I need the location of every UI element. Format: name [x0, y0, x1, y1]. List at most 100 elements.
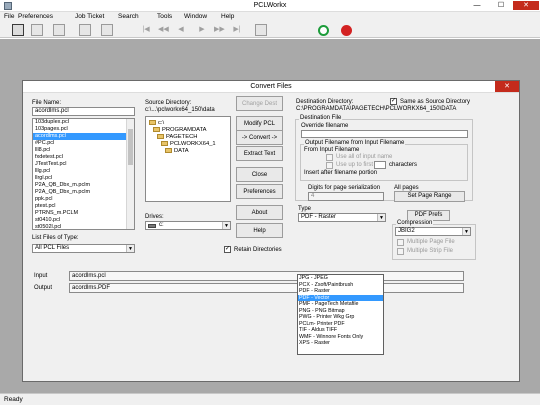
list-type-value: All PCL Files: [35, 245, 70, 251]
print-icon[interactable]: [31, 24, 43, 36]
next-page-icon[interactable]: ▶: [197, 25, 207, 35]
characters-label: characters: [389, 162, 418, 168]
multiple-page-file-checkbox[interactable]: [397, 239, 404, 246]
go-icon[interactable]: [318, 25, 329, 36]
maximize-icon[interactable]: ☐: [490, 1, 512, 10]
dir-item[interactable]: PROGRAMDATA: [149, 127, 230, 134]
multiple-page-file-label: Multiple Page File: [407, 239, 455, 245]
dialog-close-icon[interactable]: ✕: [495, 81, 519, 92]
dest-dir-label: Destination Directory:: [296, 99, 354, 105]
drives-label: Drives:: [145, 214, 164, 220]
list-type-select[interactable]: All PCL Files ▼: [32, 244, 135, 253]
minimize-icon[interactable]: —: [466, 1, 488, 10]
retain-directories-checkbox[interactable]: ✓: [224, 246, 231, 253]
menu-tools[interactable]: Tools: [157, 13, 172, 20]
type-option[interactable]: XPS - Raster: [298, 340, 383, 347]
close-button[interactable]: Close: [236, 167, 283, 182]
file-list-item[interactable]: 103pages.pcl: [33, 126, 134, 133]
fast-back-icon[interactable]: ◀◀: [158, 25, 169, 35]
override-filename-input[interactable]: [301, 130, 468, 138]
file-list-item[interactable]: ptest.pcl: [33, 203, 134, 210]
dest-dir-path: C:\PROGRAMDATA\PAGETECH\PCLWORKX64_150\D…: [296, 106, 457, 112]
about-button[interactable]: About: [236, 205, 283, 220]
open-icon[interactable]: [12, 24, 24, 36]
dir-item[interactable]: c:\: [149, 120, 230, 127]
same-as-source-checkbox[interactable]: ✓: [390, 98, 397, 105]
prev-page-icon[interactable]: ◀: [176, 25, 186, 35]
drives-select[interactable]: c: ▼: [145, 221, 231, 230]
file-list-item[interactable]: ppk.pcl: [33, 196, 134, 203]
directory-tree[interactable]: c:\ PROGRAMDATA PAGETECH PCLWORKX64_1 DA…: [145, 116, 231, 202]
file-list-item[interactable]: P2A_QB_Dbx_m.pclm: [33, 189, 134, 196]
file-list[interactable]: 103duplex.pcl 103pages.pcl acordlms.pcl #PC…: [32, 118, 135, 230]
menu-search[interactable]: Search: [118, 13, 139, 20]
file-list-item[interactable]: st0410.pcl: [33, 217, 134, 224]
file-list-item[interactable]: lllg.pcl: [33, 168, 134, 175]
chevron-down-icon: ▼: [462, 228, 470, 235]
chevron-down-icon: ▼: [126, 245, 134, 252]
extract-text-button[interactable]: Extract Text: [236, 146, 283, 161]
file-list-item[interactable]: lll8.pcl: [33, 147, 134, 154]
chevron-down-icon: ▼: [222, 222, 230, 229]
close-icon[interactable]: ✕: [513, 1, 539, 10]
file-list-item[interactable]: 103duplex.pcl: [33, 119, 134, 126]
status-bar: Ready: [0, 393, 540, 405]
dir-item[interactable]: PAGETECH: [149, 134, 230, 141]
type-select[interactable]: PDF - Raster ▼: [298, 213, 386, 222]
folder-icon: [165, 148, 172, 154]
ticket-icon[interactable]: [101, 24, 113, 36]
use-all-input-checkbox[interactable]: [326, 154, 333, 161]
file-name-input[interactable]: acordlms.pcl: [32, 107, 135, 116]
menu-file[interactable]: File: [4, 13, 14, 20]
folder-icon: [157, 134, 164, 140]
dir-item[interactable]: DATA: [149, 148, 230, 155]
digits-input[interactable]: 4: [308, 192, 384, 201]
file-list-item[interactable]: acordlms.pcl: [33, 133, 134, 140]
last-page-icon[interactable]: ▶|: [232, 25, 242, 35]
convert-button[interactable]: -> Convert ->: [236, 130, 283, 145]
scroll-thumb[interactable]: [128, 129, 133, 165]
destination-file-label: Destination File: [299, 115, 343, 121]
stop-icon[interactable]: [341, 25, 352, 36]
compression-select[interactable]: JBIG2 ▼: [395, 227, 471, 236]
menu-window[interactable]: Window: [184, 13, 207, 20]
file-list-item[interactable]: PTRNS_m.PCLM: [33, 210, 134, 217]
set-page-range-button[interactable]: Set Page Range: [394, 191, 465, 202]
menu-job-ticket[interactable]: Job Ticket: [75, 13, 104, 20]
first-chars-input[interactable]: [374, 161, 386, 169]
file-list-item[interactable]: st0502l.pcl: [33, 224, 134, 229]
file-list-item[interactable]: JTestTest.pcl: [33, 161, 134, 168]
paste-icon[interactable]: [79, 24, 91, 36]
type-dropdown-list[interactable]: JPG - JPEG PCX - Zsoft/Paintbrush PDF - Ra…: [297, 274, 384, 355]
menu-help[interactable]: Help: [221, 13, 234, 20]
file-list-item[interactable]: llrgl.pcl: [33, 175, 134, 182]
file-list-item[interactable]: #PC.pcl: [33, 140, 134, 147]
help-button[interactable]: Help: [236, 223, 283, 238]
source-dir-label: Source Directory:: [145, 100, 192, 106]
fast-forward-icon[interactable]: ▶▶: [214, 25, 225, 35]
use-up-to-first-checkbox[interactable]: [326, 162, 333, 169]
output-filename-label: Output Filename from Input Filename: [304, 140, 406, 146]
dir-item[interactable]: PCLWORKX64_1: [149, 141, 230, 148]
compression-label: Compression: [396, 220, 434, 226]
same-as-source-label: Same as Source Directory: [400, 99, 471, 105]
menu-preferences[interactable]: Preferences: [18, 13, 53, 20]
from-input-filename-label: From Input Filename: [304, 147, 360, 153]
first-page-icon[interactable]: |◀: [141, 25, 151, 35]
file-list-item[interactable]: P2A_QB_Dbx_m.pclm: [33, 182, 134, 189]
type-value: PDF - Raster: [301, 214, 337, 220]
file-list-scrollbar[interactable]: [126, 119, 134, 229]
preferences-button[interactable]: Preferences: [236, 184, 283, 199]
file-list-item[interactable]: fxdetest.pcl: [33, 154, 134, 161]
edit-icon[interactable]: [53, 24, 65, 36]
modify-pcl-button[interactable]: Modify PCL: [236, 116, 283, 131]
chevron-down-icon: ▼: [377, 214, 385, 221]
output-label: Output: [34, 285, 53, 291]
multiple-strip-file-checkbox[interactable]: [397, 248, 404, 255]
convert-files-dialog: Convert Files ✕ File Name: acordlms.pcl …: [22, 80, 520, 382]
override-filename-label: Override filename: [301, 123, 349, 129]
use-all-input-label: Use all of input name: [336, 154, 393, 160]
source-dir-path: c:\...\pclworkx64_150\data: [145, 107, 215, 113]
refresh-icon[interactable]: [255, 24, 267, 36]
change-dest-button[interactable]: Change Dest: [236, 96, 283, 111]
